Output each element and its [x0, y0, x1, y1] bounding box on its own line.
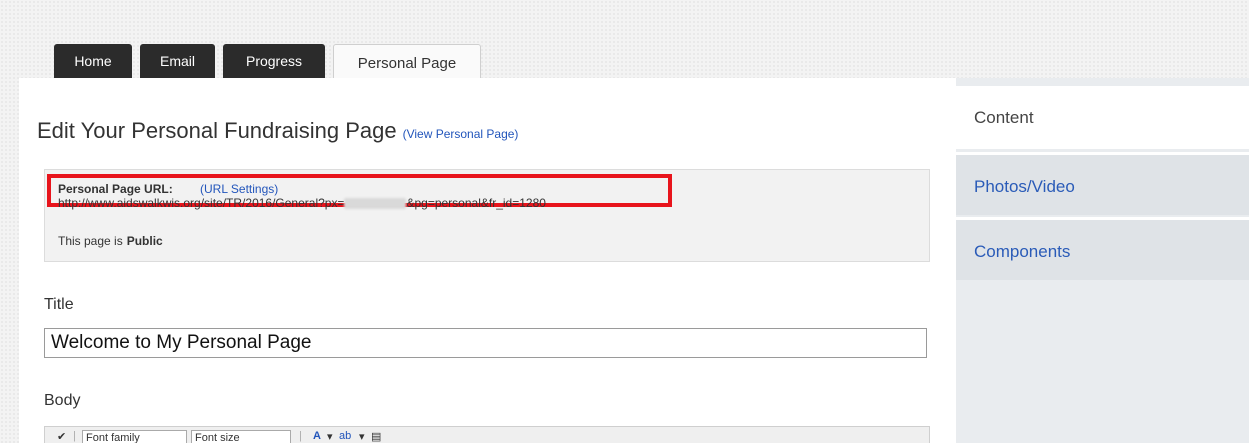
tab-email[interactable]: Email — [140, 44, 215, 78]
font-size-select[interactable]: Font size — [191, 430, 291, 443]
url-settings-link[interactable]: (URL Settings) — [200, 182, 278, 196]
body-label: Body — [44, 392, 81, 409]
tab-personal-page[interactable]: Personal Page — [333, 44, 481, 80]
redacted-id — [344, 198, 407, 210]
tab-progress[interactable]: Progress — [223, 44, 325, 78]
visibility-value: Public — [126, 234, 163, 248]
toolbar-divider: | — [73, 430, 76, 442]
title-label: Title — [44, 296, 74, 313]
highlight-color-icon[interactable]: ab — [339, 430, 351, 442]
personal-page-url: http://www.aidswalkwis.org/site/TR/2016/… — [58, 196, 546, 210]
page-title-text: Edit Your Personal Fundraising Page — [37, 118, 397, 143]
paste-icon[interactable]: ▤ — [371, 430, 381, 443]
url-suffix: &pg=personal&fr_id=1280 — [406, 196, 546, 210]
font-family-label: Font family — [86, 432, 140, 443]
sidebar-item-components[interactable]: Components — [956, 217, 1249, 280]
page-title: Edit Your Personal Fundraising Page (View… — [37, 118, 518, 144]
chevron-down-icon[interactable]: ▾ — [327, 430, 333, 443]
toolbar-divider: | — [299, 430, 302, 442]
sidebar-item-content[interactable]: Content — [956, 86, 1249, 149]
spellcheck-icon[interactable]: ✔ — [57, 430, 66, 443]
sidebar-item-photos-video[interactable]: Photos/Video — [956, 152, 1249, 215]
url-prefix: http://www.aidswalkwis.org/site/TR/2016/… — [58, 196, 345, 210]
visibility-status: This page is Public — [58, 234, 163, 248]
text-color-icon[interactable]: A — [313, 430, 321, 442]
personal-page-url-label: Personal Page URL: — [58, 182, 173, 196]
main-panel: Edit Your Personal Fundraising Page (View… — [19, 78, 956, 443]
view-personal-page-link[interactable]: (View Personal Page) — [403, 127, 519, 141]
title-input[interactable] — [44, 328, 927, 358]
sidebar: Content Photos/Video Components — [956, 78, 1249, 443]
tab-home[interactable]: Home — [54, 44, 132, 78]
font-family-select[interactable]: Font family — [82, 430, 187, 443]
editor-toolbar: ✔ | Font family Font size | A ▾ ab ▾ ▤ — [44, 426, 930, 443]
visibility-prefix: This page is — [58, 234, 123, 248]
chevron-down-icon[interactable]: ▾ — [359, 430, 365, 443]
font-size-label: Font size — [195, 432, 240, 443]
